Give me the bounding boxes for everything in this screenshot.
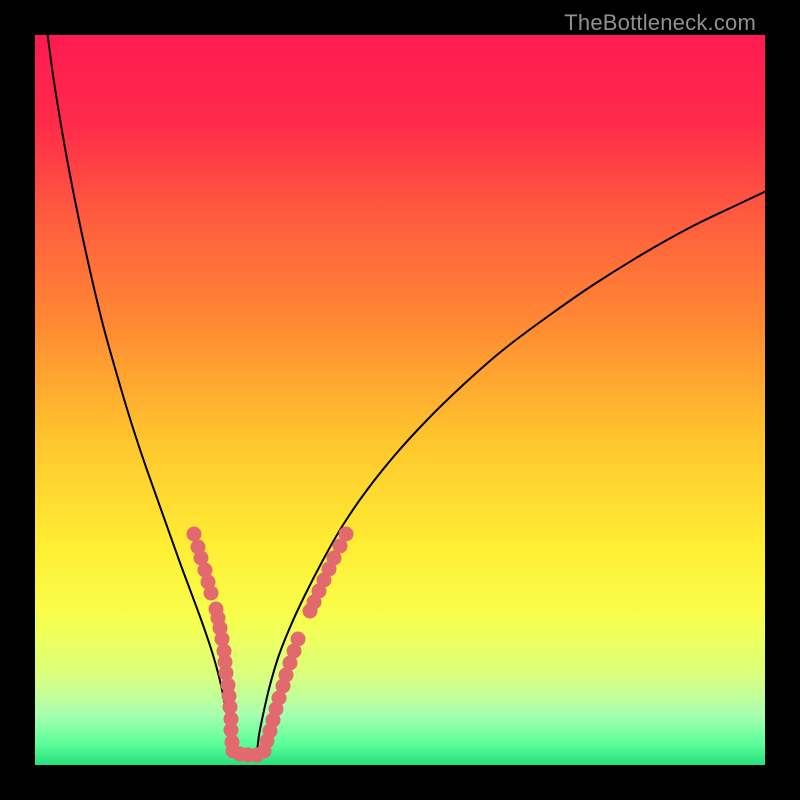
- chart-frame: [35, 35, 765, 765]
- watermark-text: TheBottleneck.com: [564, 10, 756, 36]
- background-gradient: [35, 35, 765, 765]
